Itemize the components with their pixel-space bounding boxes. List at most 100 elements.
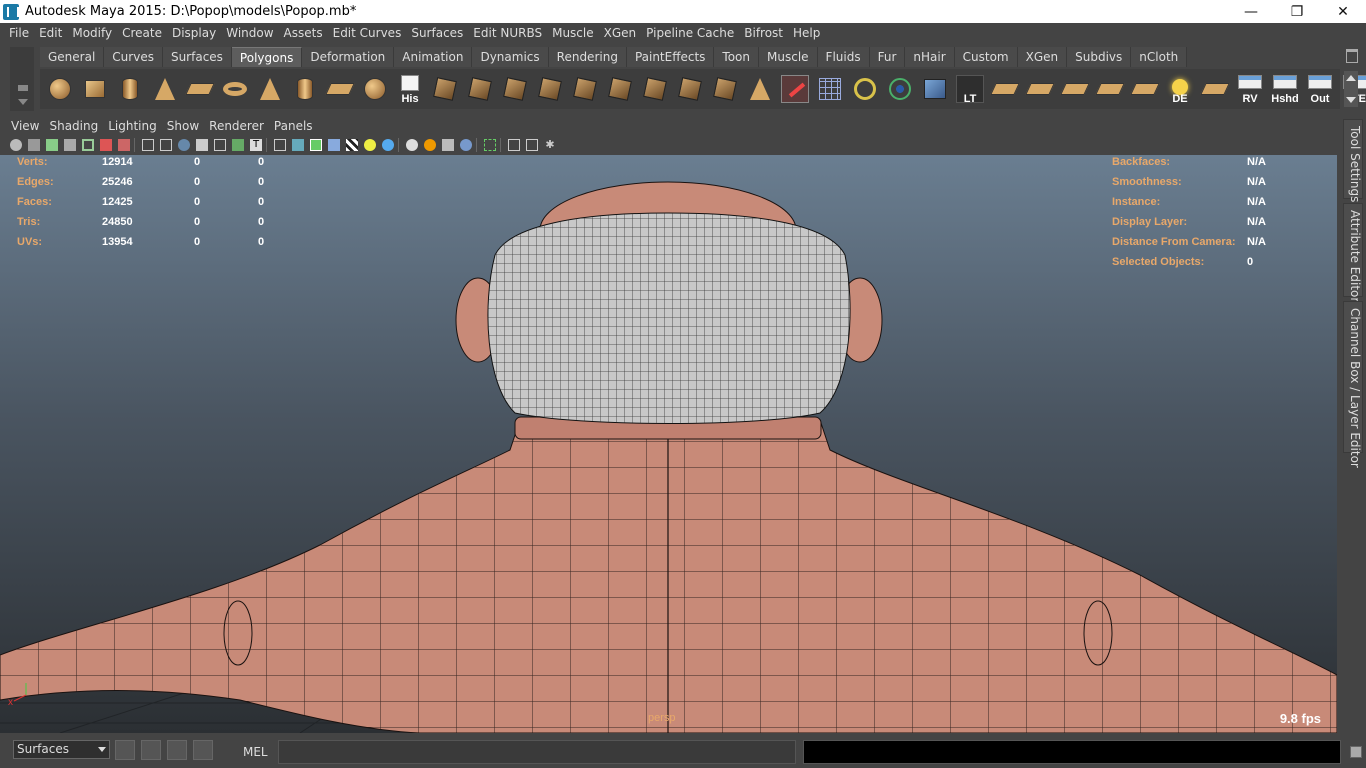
uv-cut-icon[interactable]	[1024, 73, 1056, 105]
de-button[interactable]: DE	[1164, 73, 1196, 105]
menu-modify[interactable]: Modify	[67, 23, 117, 43]
menu-edit[interactable]: Edit	[34, 23, 67, 43]
gate-mask-icon[interactable]	[194, 137, 210, 153]
uv-planar-icon[interactable]	[989, 73, 1021, 105]
shadows-icon[interactable]	[404, 137, 420, 153]
use-all-lights-icon[interactable]	[362, 137, 378, 153]
target-ring-icon[interactable]	[849, 73, 881, 105]
scroll-up-icon[interactable]	[1346, 75, 1356, 81]
shelf-tab-xgen[interactable]: XGen	[1017, 47, 1068, 67]
insert-edge-loop-icon[interactable]	[639, 73, 671, 105]
multisample-aa-icon[interactable]	[458, 137, 474, 153]
scroll-down-icon[interactable]	[1346, 97, 1356, 103]
command-input[interactable]	[278, 740, 796, 764]
maximize-button[interactable]: ❐	[1274, 0, 1320, 23]
menu-muscle[interactable]: Muscle	[547, 23, 599, 43]
tab-attribute-editor[interactable]: Attribute Editor	[1343, 203, 1363, 302]
shelf-tab-dynamics[interactable]: Dynamics	[472, 47, 549, 67]
poly-torus-icon[interactable]	[219, 73, 251, 105]
camera-attributes-icon[interactable]	[26, 137, 42, 153]
history-button[interactable]: His	[394, 73, 426, 105]
shelf-tab-subdivs[interactable]: Subdivs	[1067, 47, 1132, 67]
panel-menu-renderer[interactable]: Renderer	[204, 119, 269, 133]
menu-window[interactable]: Window	[221, 23, 278, 43]
xray-joints-icon[interactable]	[524, 137, 540, 153]
grease-pencil-icon[interactable]	[98, 137, 114, 153]
transfer-attributes-icon[interactable]	[919, 73, 951, 105]
tab-tool-settings[interactable]: Tool Settings	[1343, 119, 1363, 202]
cone-tool-icon[interactable]	[744, 73, 776, 105]
shelf-tab-painteffects[interactable]: PaintEffects	[626, 47, 715, 67]
poly-cylinder-icon[interactable]	[114, 73, 146, 105]
xray-components-icon[interactable]: ✱	[542, 137, 558, 153]
create-polygon-tool-icon[interactable]	[324, 73, 356, 105]
poly-cone-icon[interactable]	[149, 73, 181, 105]
bookmarks-icon[interactable]	[44, 137, 60, 153]
panel-menu-lighting[interactable]: Lighting	[103, 119, 162, 133]
menu-display[interactable]: Display	[167, 23, 221, 43]
split-polygon-icon[interactable]	[604, 73, 636, 105]
shelf-tab-nhair[interactable]: nHair	[905, 47, 955, 67]
smooth-shade-icon[interactable]	[290, 137, 306, 153]
lattice-icon[interactable]	[814, 73, 846, 105]
poly-sphere-icon[interactable]	[44, 73, 76, 105]
shelf-tab-ncloth[interactable]: nCloth	[1131, 47, 1188, 67]
snap-icon[interactable]	[115, 740, 135, 760]
sculpt-brush-icon[interactable]	[779, 73, 811, 105]
default-light-icon[interactable]	[380, 137, 396, 153]
script-editor-icon[interactable]	[141, 740, 161, 760]
shelf-tab-curves[interactable]: Curves	[104, 47, 163, 67]
textured-icon[interactable]	[326, 137, 342, 153]
poly-pyramid-icon[interactable]	[254, 73, 286, 105]
shelf-tab-surfaces[interactable]: Surfaces	[162, 47, 232, 67]
uv-sew-icon[interactable]	[1059, 73, 1091, 105]
menu-create[interactable]: Create	[117, 23, 167, 43]
shelf-tab-rendering[interactable]: Rendering	[548, 47, 627, 67]
motion-blur-icon[interactable]	[440, 137, 456, 153]
shelf-tab-muscle[interactable]: Muscle	[759, 47, 818, 67]
uv-grid-icon[interactable]	[1199, 73, 1231, 105]
menu-pipeline-cache[interactable]: Pipeline Cache	[641, 23, 739, 43]
shelf-tab-fur[interactable]: Fur	[869, 47, 906, 67]
offset-edge-loop-icon[interactable]	[674, 73, 706, 105]
shelf-scrollbar[interactable]	[1344, 71, 1358, 107]
menu-file[interactable]: File	[4, 23, 34, 43]
menu-bifrost[interactable]: Bifrost	[739, 23, 788, 43]
menu-help[interactable]: Help	[788, 23, 825, 43]
field-chart-icon[interactable]	[212, 137, 228, 153]
select-camera-icon[interactable]	[8, 137, 24, 153]
lt-button[interactable]: LT	[954, 73, 986, 105]
grid-toggle-icon[interactable]	[140, 137, 156, 153]
rv-button[interactable]: RV	[1234, 73, 1266, 105]
uv-unfold-icon[interactable]	[1094, 73, 1126, 105]
perspective-viewport[interactable]: x Verts: 12914 0 0 Edges: 25246 0 0 Faces: 12425 0…	[0, 155, 1337, 733]
shelf-tab-custom[interactable]: Custom	[954, 47, 1018, 67]
safe-action-icon[interactable]	[230, 137, 246, 153]
poly-plane-icon[interactable]	[184, 73, 216, 105]
bridge-icon[interactable]	[464, 73, 496, 105]
menu-edit-curves[interactable]: Edit Curves	[328, 23, 407, 43]
resolution-gate-icon[interactable]	[176, 137, 192, 153]
shelf-menu-arrow-icon[interactable]	[18, 99, 28, 105]
merge-icon[interactable]	[569, 73, 601, 105]
checker-icon[interactable]	[344, 137, 360, 153]
poly-cube-icon[interactable]	[79, 73, 111, 105]
brush-icon[interactable]	[116, 137, 132, 153]
poly-soccer-ball-icon[interactable]	[359, 73, 391, 105]
combine-icon[interactable]	[709, 73, 741, 105]
tab-channel-box[interactable]: Channel Box / Layer Editor	[1343, 301, 1363, 468]
menu-set-selector[interactable]: Surfaces	[13, 740, 110, 759]
extrude-icon[interactable]	[429, 73, 461, 105]
wireframe-icon[interactable]	[272, 137, 288, 153]
uv-layout-icon[interactable]	[1129, 73, 1161, 105]
bevel-icon[interactable]	[499, 73, 531, 105]
script-language-label[interactable]: MEL	[243, 745, 268, 759]
trash-icon[interactable]	[1346, 49, 1358, 63]
shelf-tab-polygons[interactable]: Polygons	[231, 47, 303, 67]
close-button[interactable]: ✕	[1320, 0, 1366, 23]
shelf-tab-general[interactable]: General	[40, 47, 105, 67]
safe-title-icon[interactable]: T	[248, 137, 264, 153]
shelf-handle[interactable]	[10, 47, 34, 111]
wireframe-on-shaded-icon[interactable]	[308, 137, 324, 153]
panel-menu-show[interactable]: Show	[162, 119, 204, 133]
